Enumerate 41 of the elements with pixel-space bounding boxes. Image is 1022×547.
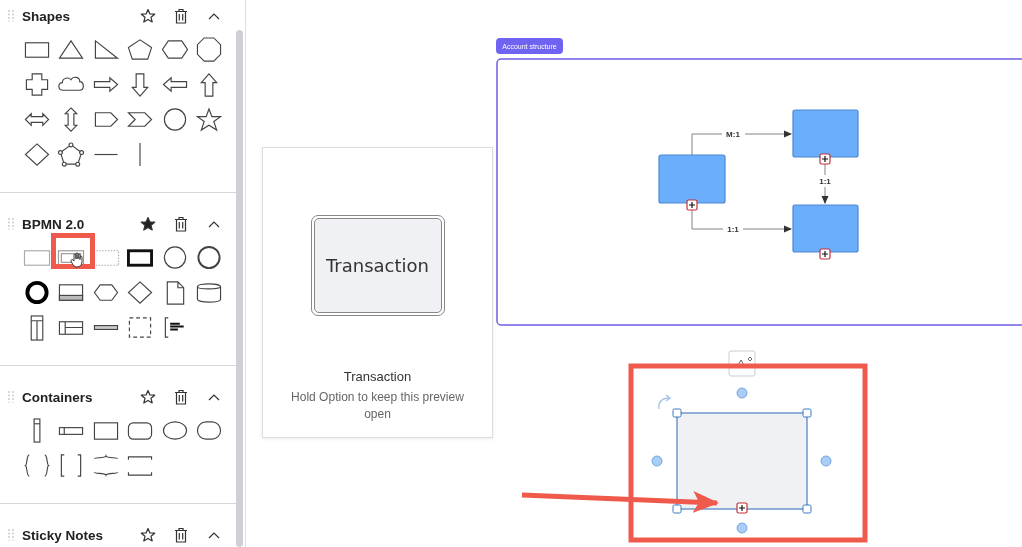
star-icon[interactable] xyxy=(140,216,156,232)
drag-handle-icon[interactable] xyxy=(8,218,14,230)
section-title: BPMN 2.0 xyxy=(22,216,86,232)
chevron-icon[interactable] xyxy=(208,12,220,20)
resize-handle[interactable] xyxy=(672,504,682,514)
drag-handle-icon[interactable] xyxy=(8,391,14,403)
star-icon[interactable] xyxy=(140,527,156,543)
expand-marker-icon[interactable] xyxy=(736,502,748,514)
section-title: Containers xyxy=(22,389,94,405)
hand-cursor-icon xyxy=(70,252,84,268)
star-shape-icon[interactable] xyxy=(193,106,224,133)
polygon-icon[interactable] xyxy=(56,141,87,168)
expand-marker-icon[interactable] xyxy=(819,248,831,260)
drag-handle-icon[interactable] xyxy=(8,529,14,541)
section-title: Sticky Notes xyxy=(22,527,105,543)
expand-marker-icon[interactable] xyxy=(686,199,698,211)
preview-hint: Hold Option to keep this preview open xyxy=(290,389,465,423)
expand-marker-icon[interactable] xyxy=(819,153,831,165)
thick-circle-icon[interactable] xyxy=(22,279,52,306)
resize-handle[interactable] xyxy=(672,408,682,418)
trash-icon[interactable] xyxy=(174,216,188,232)
trash-icon[interactable] xyxy=(174,389,188,405)
chevron-icon[interactable] xyxy=(208,531,220,539)
resize-handle[interactable] xyxy=(802,408,812,418)
connector-label: M:1 xyxy=(726,130,740,139)
connector-label: 1:1 xyxy=(727,225,739,234)
section-title: Shapes xyxy=(22,8,72,24)
resize-handle[interactable] xyxy=(802,504,812,514)
chevron-icon[interactable] xyxy=(208,393,220,401)
drag-handle-icon[interactable] xyxy=(8,10,14,22)
trash-icon[interactable] xyxy=(174,8,188,24)
transaction-shape: Transaction xyxy=(310,215,445,316)
star-icon[interactable] xyxy=(140,8,156,24)
star-icon[interactable] xyxy=(140,389,156,405)
preview-title: Transaction xyxy=(343,369,412,384)
braces-icon[interactable] xyxy=(22,452,52,479)
connector-label: 1:1 xyxy=(819,177,831,186)
trash-icon[interactable] xyxy=(174,527,188,543)
scrollbar[interactable] xyxy=(236,30,243,547)
chevron-icon[interactable] xyxy=(208,220,220,228)
diamond-icon[interactable] xyxy=(22,141,52,168)
